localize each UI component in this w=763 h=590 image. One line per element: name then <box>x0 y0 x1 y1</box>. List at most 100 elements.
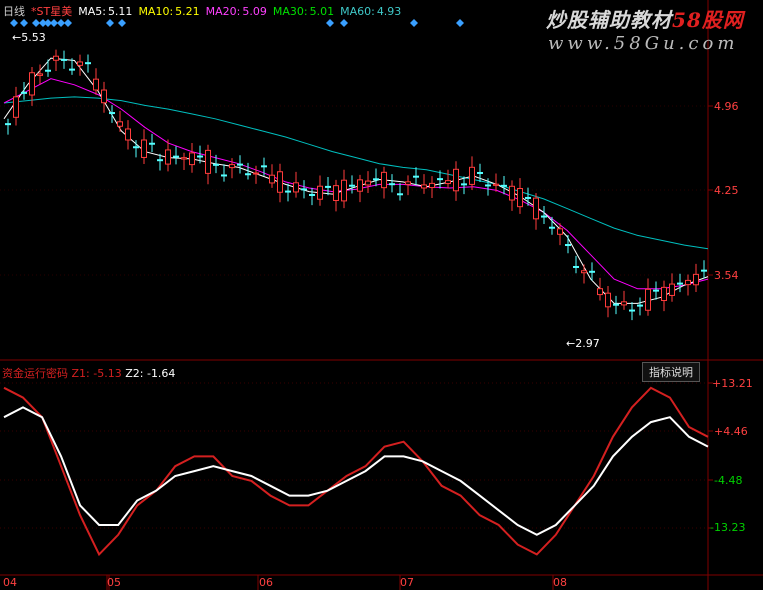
candle-up <box>533 197 539 220</box>
candle-down <box>21 91 27 94</box>
candle-down <box>149 142 155 145</box>
candle-down <box>261 165 267 168</box>
candle-up <box>29 72 35 96</box>
candle-down <box>637 304 643 307</box>
candle-down <box>477 171 483 174</box>
candle-up <box>205 149 211 174</box>
candle-down <box>301 188 307 191</box>
candle-down <box>309 193 315 196</box>
signal-diamond-icon <box>64 19 72 27</box>
indicator-tick-label: +4.46 <box>714 425 748 438</box>
candle-up <box>37 73 43 76</box>
ma10-value: 5.21 <box>175 5 200 18</box>
ma30-value: 5.01 <box>309 5 335 18</box>
signal-diamond-icon <box>118 19 126 27</box>
candle-down <box>525 196 531 199</box>
candle-down <box>61 58 67 61</box>
indicator-lines <box>3 386 709 557</box>
ma5-label: MA5: <box>78 5 106 18</box>
candle-up <box>557 228 563 235</box>
candle-down <box>501 184 507 187</box>
candle-up <box>453 168 459 192</box>
candle-up <box>421 184 427 189</box>
watermark-title: 炒股辅助教材58股网 <box>546 8 744 32</box>
candle-down <box>349 184 355 187</box>
candle-up <box>357 179 363 192</box>
candle-up <box>429 182 435 189</box>
candle-up <box>277 171 283 193</box>
candle-up <box>293 182 299 193</box>
ma60-line <box>3 96 709 250</box>
candlesticks <box>5 49 707 321</box>
ma10-label: MA10: <box>138 5 174 18</box>
price-header: 日线 *ST星美 MA5: 5.11 MA10: 5.21 MA20: 5.09 MA30: 5.… <box>3 3 407 19</box>
signal-diamond-icon <box>106 19 114 27</box>
candle-down <box>373 178 379 181</box>
z2-value: -1.64 <box>146 367 176 380</box>
moving-average-lines <box>3 57 709 304</box>
candle-up <box>581 270 587 274</box>
candle-up <box>53 55 59 61</box>
candle-down <box>629 309 635 312</box>
ma20-value: 5.09 <box>242 5 267 18</box>
candle-up <box>597 288 603 296</box>
candle-down <box>437 178 443 181</box>
candle-up <box>381 171 387 189</box>
high-price-annotation: ←5.53 <box>12 31 46 44</box>
signal-diamond-icon <box>456 19 464 27</box>
candle-down <box>237 163 243 166</box>
candle-up <box>229 164 235 169</box>
candle-up <box>117 121 123 127</box>
low-price-annotation: ←2.97 <box>566 337 600 350</box>
price-tick-label: 3.54 <box>714 269 739 282</box>
stock-name: *ST星美 <box>31 5 73 18</box>
candle-up <box>101 89 107 104</box>
indicator-tick-label: -4.48 <box>714 474 743 487</box>
candle-down <box>573 265 579 268</box>
ma60-label: MA60: <box>340 5 375 18</box>
price-tick-label: 4.25 <box>714 184 739 197</box>
watermark-url: www.58Gu.com <box>548 33 739 54</box>
candle-up <box>661 286 667 302</box>
candle-up <box>685 279 691 286</box>
candle-down <box>85 62 91 65</box>
candle-up <box>365 180 371 186</box>
time-tick-label: 05 <box>107 576 121 589</box>
candle-up <box>405 181 411 185</box>
candle-down <box>69 68 75 71</box>
candle-down <box>221 174 227 177</box>
candle-up <box>605 292 611 308</box>
stock-chart-canvas[interactable] <box>0 0 763 590</box>
ma20-label: MA20: <box>205 5 241 18</box>
candle-up <box>13 96 19 118</box>
signal-diamond-icon <box>50 19 58 27</box>
candle-up <box>693 273 699 286</box>
candle-down <box>701 269 707 272</box>
candle-down <box>109 112 115 115</box>
candle-up <box>189 152 195 166</box>
candle-up <box>469 166 475 185</box>
time-tick-label: 04 <box>3 576 17 589</box>
indicator-name[interactable]: 资金运行密码 <box>2 367 68 380</box>
signal-diamond-icon <box>57 19 65 27</box>
z1-label: Z1: <box>71 367 90 380</box>
candle-up <box>93 78 99 91</box>
candle-up <box>269 174 275 184</box>
candle-up <box>253 172 259 175</box>
candle-up <box>621 301 627 306</box>
candle-down <box>245 173 251 176</box>
candle-down <box>45 69 51 72</box>
ma30-label: MA30: <box>272 5 308 18</box>
ma5-value: 5.11 <box>107 5 133 18</box>
signal-diamond-icon <box>410 19 418 27</box>
candle-up <box>125 128 131 141</box>
candle-down <box>5 123 11 126</box>
candle-up <box>517 188 523 208</box>
indicator-help-button[interactable]: 指标说明 <box>642 362 700 382</box>
candle-down <box>325 185 331 188</box>
signal-diamond-icon <box>326 19 334 27</box>
candle-down <box>589 270 595 273</box>
candle-down <box>173 155 179 158</box>
candle-up <box>669 283 675 296</box>
period-label[interactable]: 日线 <box>3 5 25 18</box>
